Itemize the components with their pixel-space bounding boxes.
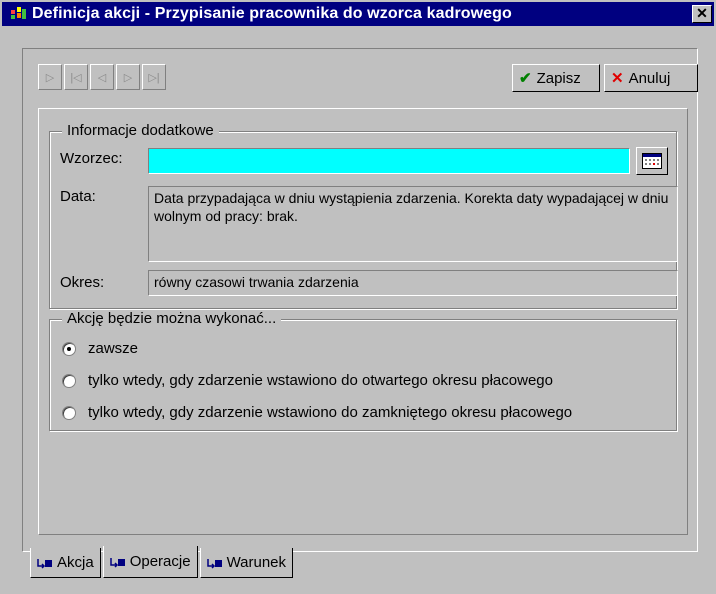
first-record-icon: |◁ [70, 71, 82, 84]
calendar-button[interactable] [636, 147, 668, 175]
dialog-window: Definicja akcji - Przypisanie pracownika… [0, 0, 716, 594]
x-icon: ✕ [611, 70, 624, 87]
close-icon: ✕ [696, 5, 708, 21]
tab-warunek[interactable]: Warunek [199, 548, 294, 578]
nav-prev-button[interactable]: ◁ [90, 64, 114, 90]
arrow-block-icon [109, 555, 126, 569]
save-button-label: Zapisz [536, 69, 581, 87]
radio-button[interactable] [62, 405, 76, 420]
radio-option-always[interactable]: zawsze [62, 340, 138, 357]
tab-strip: Akcja Operacje Warunek [30, 546, 295, 580]
record-navigator: ▷ |◁ ◁ ▷ ▷| [38, 64, 166, 92]
tab-akcja[interactable]: Akcja [30, 548, 101, 578]
info-groupbox: Informacje dodatkowe Wzorzec: Data: Data… [49, 122, 678, 309]
nav-new-button[interactable]: ▷ [38, 64, 62, 90]
radio-option-open-period[interactable]: tylko wtedy, gdy zdarzenie wstawiono do … [62, 372, 553, 389]
info-group-legend: Informacje dodatkowe [62, 122, 219, 139]
nav-next-button[interactable]: ▷ [116, 64, 140, 90]
radio-option-closed-period[interactable]: tylko wtedy, gdy zdarzenie wstawiono do … [62, 404, 572, 421]
next-record-icon: ▷ [123, 71, 133, 84]
action-group-legend: Akcję będzie można wykonać... [62, 310, 282, 327]
check-icon: ✔ [519, 70, 532, 87]
cancel-button-label: Anuluj [628, 69, 671, 87]
tab-label: Warunek [226, 554, 287, 571]
data-label: Data: [60, 188, 96, 205]
nav-first-button[interactable]: |◁ [64, 64, 88, 90]
title-bar: Definicja akcji - Przypisanie pracownika… [2, 2, 714, 26]
tab-operacje[interactable]: Operacje [102, 546, 198, 578]
window-title: Definicja akcji - Przypisanie pracownika… [32, 5, 512, 22]
action-condition-groupbox: Akcję będzie można wykonać... zawsze tyl… [49, 310, 677, 431]
radio-button[interactable] [62, 341, 76, 356]
radio-button[interactable] [62, 373, 76, 388]
okres-readonly-field: równy czasowi trwania zdarzenia [148, 270, 678, 296]
wzorzec-label: Wzorzec: [60, 150, 123, 167]
arrow-block-icon [206, 556, 223, 570]
tab-label: Operacje [129, 553, 191, 570]
last-record-icon: ▷| [148, 71, 160, 84]
cancel-button[interactable]: ✕ Anuluj [604, 64, 698, 92]
radio-label: tylko wtedy, gdy zdarzenie wstawiono do … [88, 372, 553, 389]
save-button[interactable]: ✔ Zapisz [512, 64, 600, 92]
radio-label: tylko wtedy, gdy zdarzenie wstawiono do … [88, 404, 573, 421]
content-panel: Informacje dodatkowe Wzorzec: Data: Data… [38, 108, 688, 535]
nav-last-button[interactable]: ▷| [142, 64, 166, 90]
app-icon [10, 6, 28, 22]
close-button[interactable]: ✕ [692, 5, 712, 23]
data-readonly-field: Data przypadająca w dniu wystąpienia zda… [148, 186, 678, 262]
arrow-block-icon [37, 556, 53, 570]
tab-label: Akcja [57, 554, 94, 571]
calendar-icon [642, 153, 662, 169]
prev-record-icon: ◁ [97, 71, 107, 84]
okres-label: Okres: [60, 274, 105, 291]
radio-label: zawsze [88, 340, 139, 357]
wzorzec-input[interactable] [148, 148, 630, 174]
new-record-icon: ▷ [45, 71, 55, 84]
